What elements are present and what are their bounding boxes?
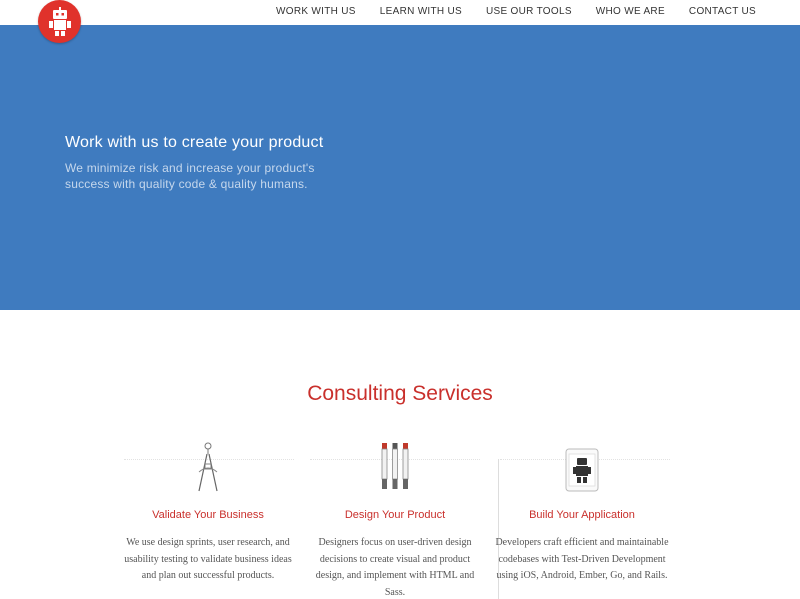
service-validate: Validate Your Business We use design spr…: [114, 438, 302, 585]
robot-logo[interactable]: [38, 0, 81, 43]
main-nav: WORK WITH US LEARN WITH US USE OUR TOOLS…: [252, 0, 756, 22]
service-title: Validate Your Business: [152, 509, 264, 521]
services-title: Consulting Services: [307, 382, 493, 405]
service-description: We use design sprints, user research, an…: [124, 537, 292, 581]
hero-banner: Work with us to create your product We m…: [0, 25, 800, 310]
robot-logo-icon: [48, 6, 71, 36]
service-description: Developers craft efficient and maintaina…: [495, 537, 669, 581]
nav-use-our-tools[interactable]: USE OUR TOOLS: [486, 6, 572, 17]
service-design: Design Your Product Designers focus on u…: [301, 438, 489, 599]
nav-work-with-us[interactable]: WORK WITH US: [276, 6, 356, 17]
compass-icon: [198, 442, 218, 492]
robot-phone-icon: [565, 448, 599, 492]
service-description: Designers focus on user-driven design de…: [315, 537, 475, 598]
service-title: Design Your Product: [344, 509, 446, 521]
site-header: WORK WITH US LEARN WITH US USE OUR TOOLS…: [0, 0, 800, 25]
hero-subtitle: We minimize risk and increase your produ…: [65, 161, 315, 191]
service-build: Build Your Application Developers craft …: [488, 438, 676, 585]
nav-learn-with-us[interactable]: LEARN WITH US: [380, 6, 462, 17]
nav-contact-us[interactable]: CONTACT US: [689, 6, 756, 17]
service-title: Build Your Application: [529, 509, 635, 521]
hero-title: Work with us to create your product: [65, 134, 324, 151]
nav-who-we-are[interactable]: WHO WE ARE: [596, 6, 665, 17]
markers-icon: [381, 443, 409, 489]
